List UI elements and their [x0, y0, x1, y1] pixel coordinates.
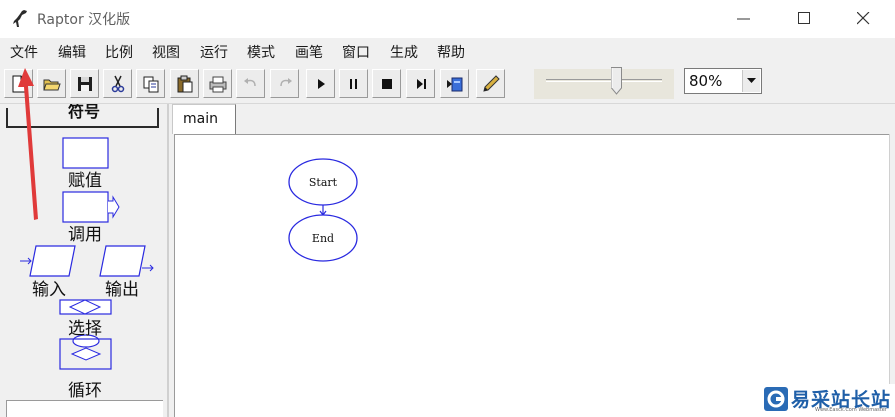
menu-mode[interactable]: 模式: [247, 42, 275, 62]
zoom-slider-thumb[interactable]: [611, 67, 622, 95]
assignment-label: 赋值: [68, 171, 102, 191]
zoom-value: 80%: [689, 72, 723, 90]
redo-button[interactable]: [270, 69, 299, 98]
menu-bar: 文件 编辑 比例 视图 运行 模式 画笔 窗口 生成 帮助: [0, 38, 895, 64]
menu-scale[interactable]: 比例: [105, 42, 133, 62]
selection-label: 选择: [68, 319, 102, 339]
end-node[interactable]: End: [288, 214, 358, 262]
print-icon: [209, 76, 227, 93]
close-icon: [857, 12, 870, 25]
zoom-slider-track[interactable]: [546, 79, 662, 82]
test-server-button[interactable]: [440, 69, 469, 98]
copy-icon: [143, 76, 159, 93]
undo-button[interactable]: [236, 69, 265, 98]
save-icon: [78, 77, 92, 91]
zoom-select[interactable]: 80%: [684, 68, 762, 94]
copy-button[interactable]: [136, 69, 165, 98]
connector-arrow[interactable]: [319, 205, 327, 216]
maximize-button[interactable]: [782, 0, 828, 38]
minimize-icon: [737, 18, 750, 20]
redo-icon: [280, 78, 292, 87]
cut-icon: [111, 75, 125, 93]
pause-icon: [350, 79, 357, 89]
output-label: 输出: [105, 280, 139, 300]
start-node[interactable]: Start: [288, 158, 358, 206]
save-button[interactable]: [70, 69, 99, 98]
menu-edit[interactable]: 编辑: [58, 42, 86, 62]
zoom-slider-background: [534, 69, 674, 99]
watermark-logo-icon: [764, 387, 788, 411]
call-label: 调用: [68, 225, 102, 245]
menu-window[interactable]: 窗口: [342, 42, 370, 62]
raptor-window: Raptor 汉化版 文件 编辑 比例 视图 运行 模式 画笔 窗口 生成 帮助: [0, 0, 895, 417]
menu-help[interactable]: 帮助: [437, 42, 465, 62]
pen-button[interactable]: [476, 69, 505, 98]
menu-ink[interactable]: 画笔: [295, 42, 323, 62]
test-server-icon: [447, 77, 463, 92]
menu-view[interactable]: 视图: [152, 42, 180, 62]
output-symbol-icon[interactable]: [99, 245, 154, 277]
zoom-dropdown-button[interactable]: [742, 70, 760, 92]
paste-icon: [177, 75, 193, 93]
watermark-subtext: Www.Easck.Com Webmaster: [815, 407, 887, 413]
loop-label: 循环: [68, 381, 102, 401]
vertical-scrollbar[interactable]: [889, 134, 895, 417]
end-node-label: End: [312, 232, 334, 245]
raptor-app-icon: [13, 10, 27, 27]
close-button[interactable]: [841, 0, 887, 38]
run-button[interactable]: [306, 69, 335, 98]
watermark: 易采站长站 Www.Easck.Com Webmaster: [760, 384, 895, 417]
stop-icon: [382, 79, 392, 89]
menu-generate[interactable]: 生成: [390, 42, 418, 62]
undo-icon: [244, 78, 256, 87]
pen-icon: [483, 75, 500, 92]
window-title: Raptor 汉化版: [37, 12, 131, 28]
run-icon: [318, 79, 325, 89]
menu-run[interactable]: 运行: [200, 42, 228, 62]
selection-symbol-icon[interactable]: [59, 299, 112, 315]
step-button[interactable]: [406, 69, 435, 98]
variables-pane: [6, 400, 163, 417]
chevron-down-icon: [747, 78, 756, 83]
flowchart: Start End: [288, 158, 358, 262]
step-icon: [417, 79, 426, 89]
assignment-symbol-icon[interactable]: [62, 137, 109, 169]
tab-main[interactable]: main: [172, 104, 236, 134]
pause-button[interactable]: [339, 69, 368, 98]
call-symbol-icon[interactable]: [62, 191, 120, 223]
maximize-icon: [798, 12, 810, 24]
menu-file[interactable]: 文件: [10, 42, 38, 62]
annotation-arrow: [18, 68, 38, 220]
input-label: 输入: [32, 280, 66, 300]
print-button[interactable]: [203, 69, 232, 98]
loop-symbol-icon[interactable]: [59, 334, 112, 370]
minimize-button[interactable]: [721, 0, 767, 38]
tab-main-label: main: [183, 111, 218, 127]
start-node-label: Start: [309, 176, 338, 189]
cut-button[interactable]: [103, 69, 132, 98]
paste-button[interactable]: [170, 69, 199, 98]
input-symbol-icon[interactable]: [20, 245, 76, 277]
title-bar: Raptor 汉化版: [0, 0, 895, 38]
stop-button[interactable]: [372, 69, 401, 98]
